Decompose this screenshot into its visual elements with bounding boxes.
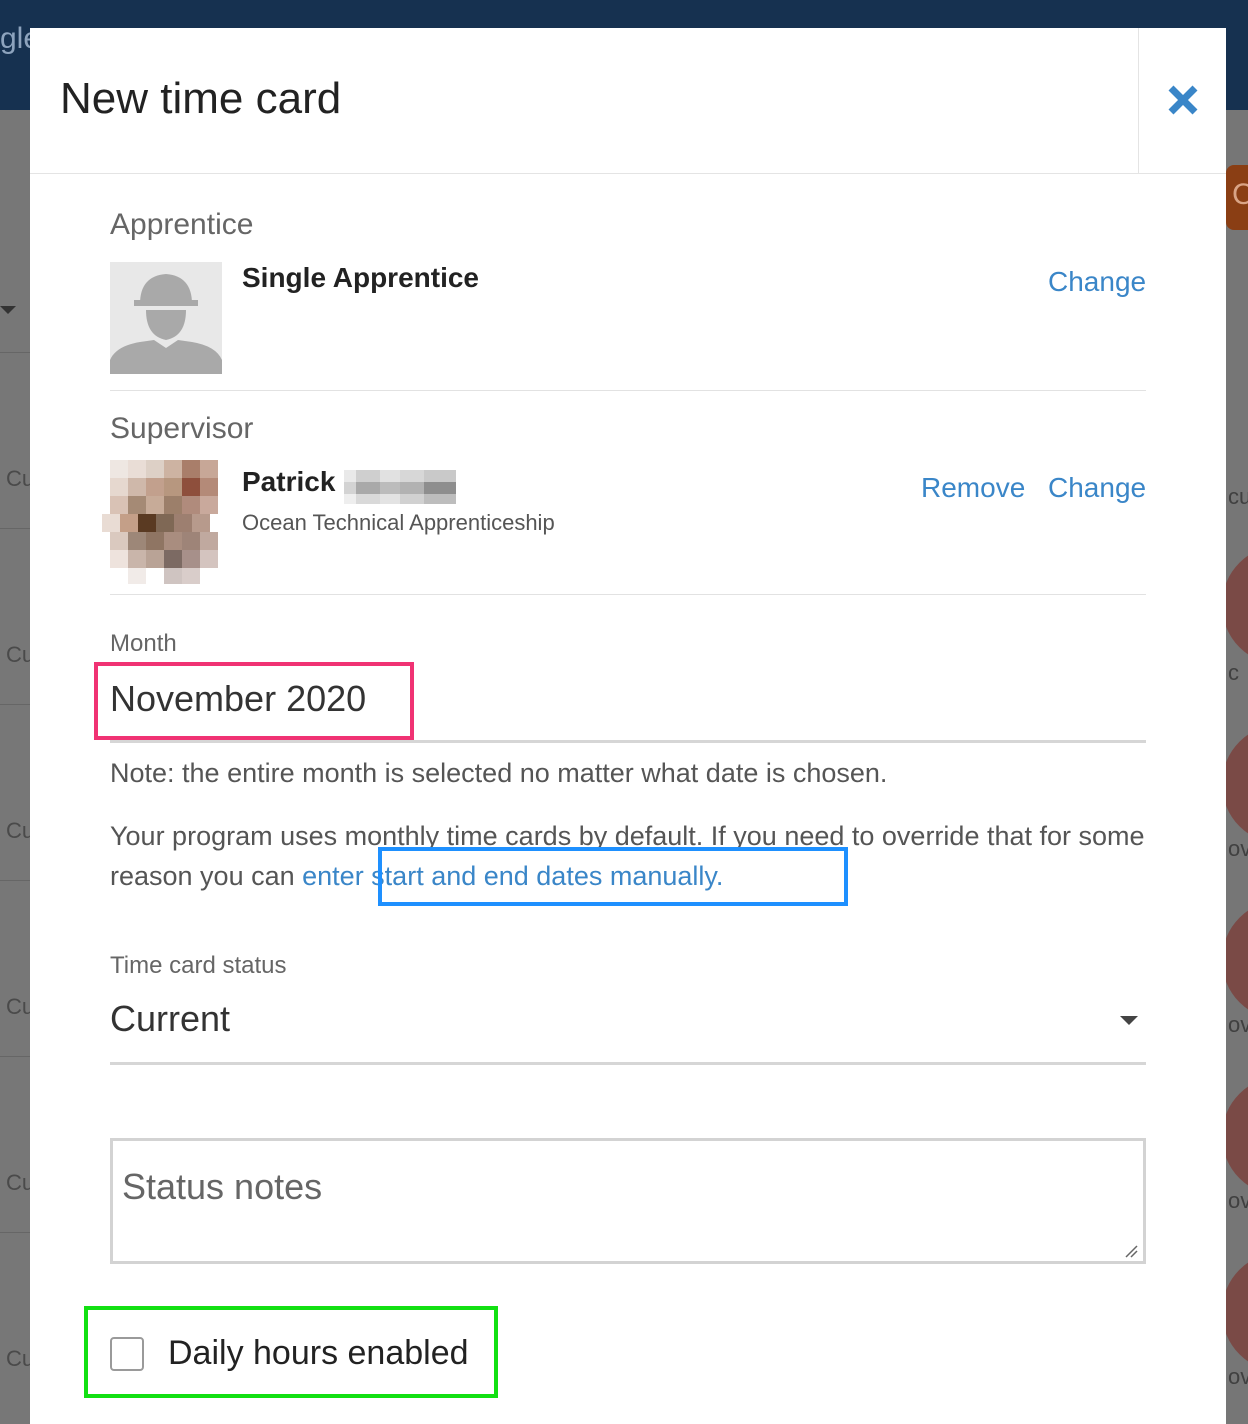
status-select-underline [110,1062,1146,1065]
supervisor-avatar [102,460,226,584]
change-apprentice-link[interactable]: Change [1048,266,1146,298]
background-row-divider [0,704,30,705]
background-row-divider [0,880,30,881]
month-note: Note: the entire month is selected no ma… [110,758,888,788]
background-row-divider [0,528,30,529]
person-hardhat-icon [110,262,222,374]
background-row-divider [0,352,30,353]
apprentice-name: Single Apprentice [242,262,480,293]
daily-hours-label[interactable]: Daily hours enabled [168,1334,469,1373]
modal-title: New time card [60,74,342,123]
background-right-text: ove [1228,1012,1248,1037]
change-supervisor-link[interactable]: Change [1048,472,1146,504]
supervisor-last-name-redacted [344,470,456,504]
month-input-underline [110,740,1146,743]
status-notes-textarea[interactable] [110,1138,1146,1264]
modal-header: New time card [30,28,1226,174]
month-label: Month [110,630,177,657]
daily-hours-checkbox[interactable] [110,1337,144,1371]
supervisor-first-name: Patrick [242,466,336,497]
chevron-down-icon [1120,1016,1138,1025]
apprentice-avatar [110,262,222,374]
background-caret-icon [0,306,16,314]
background-right-text: cu [1228,484,1248,509]
resize-handle-icon[interactable] [1124,1244,1138,1258]
close-button[interactable] [1139,28,1226,173]
background-right-text: ove [1228,836,1248,861]
remove-supervisor-link[interactable]: Remove [921,472,1025,504]
section-divider [110,390,1146,391]
background-row-divider [0,1232,30,1233]
background-right-text: ove [1228,1364,1248,1389]
manual-dates-highlight-box [378,847,848,906]
background-action-icon: C [1232,178,1248,211]
close-icon [1168,85,1198,115]
status-selected-value: Current [110,998,231,1039]
month-highlight-box [94,662,414,740]
background-right-text: c [1228,660,1239,685]
new-time-card-modal: New time card Apprentice Single Apprenti… [30,28,1226,1424]
apprentice-section-label: Apprentice [110,208,254,241]
status-select[interactable] [110,988,1146,1064]
section-divider [110,594,1146,595]
supervisor-organization: Ocean Technical Apprenticeship [242,510,555,535]
background-right-text: ove [1228,1188,1248,1213]
status-label: Time card status [110,952,287,979]
supervisor-section-label: Supervisor [110,412,254,445]
background-row-divider [0,1056,30,1057]
